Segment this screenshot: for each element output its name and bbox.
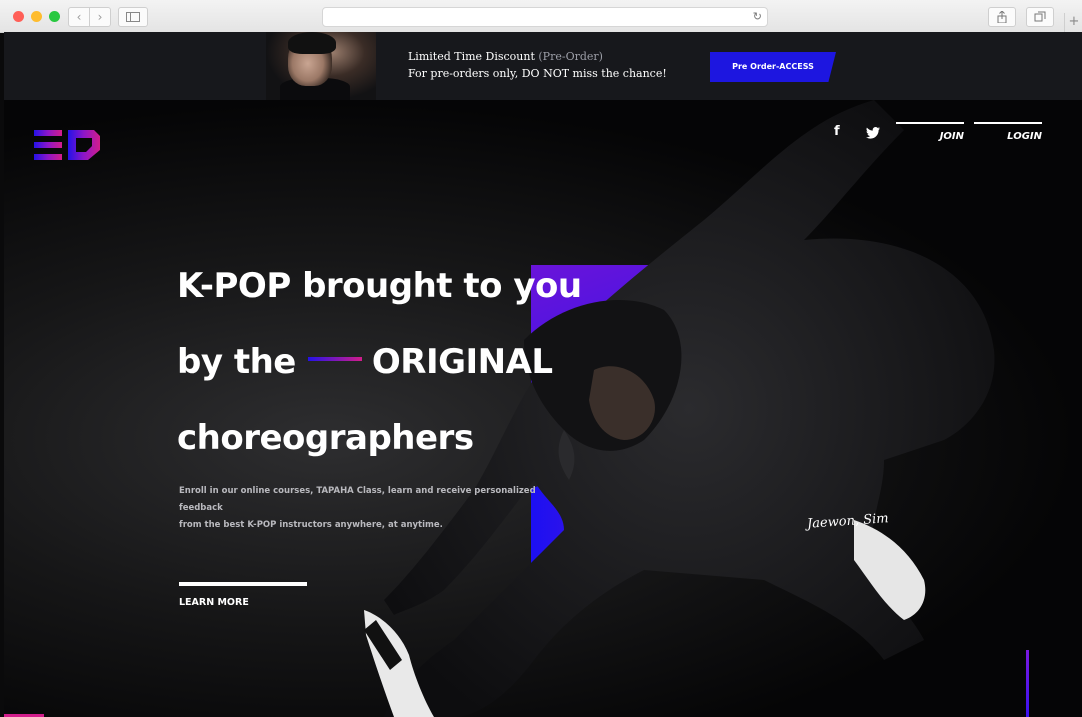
sidebar-icon [126, 12, 140, 22]
promo-banner: Limited Time Discount (Pre-Order) For pr… [4, 32, 1082, 100]
accent-line [307, 357, 362, 361]
share-icon [997, 11, 1007, 23]
share-button[interactable] [988, 7, 1016, 27]
hero-title-line-1: K-POP brought to you [177, 266, 582, 306]
new-tab-button[interactable]: + [1064, 13, 1082, 32]
promo-title: Limited Time Discount (Pre-Order) [408, 50, 603, 63]
hero-title-line-3: choreographers [177, 418, 474, 458]
learn-more-bar [179, 582, 307, 586]
tabs-button[interactable] [1026, 7, 1054, 27]
login-link[interactable]: LOGIN [974, 122, 1042, 142]
zoom-window-button[interactable] [49, 11, 60, 22]
pre-order-access-button[interactable]: Pre Order-ACCESS [710, 52, 836, 82]
twitter-icon[interactable] [866, 124, 880, 143]
hero-description: Enroll in our online courses, TAPAHA Cla… [179, 486, 536, 530]
sidebar-toggle-button[interactable] [118, 7, 148, 27]
address-bar[interactable]: ↻ [322, 7, 768, 27]
hero-section: f JOIN LOGIN K-POP brought to you by the… [4, 100, 1082, 717]
tabs-icon [1034, 11, 1046, 22]
minimize-window-button[interactable] [31, 11, 42, 22]
close-window-button[interactable] [13, 11, 24, 22]
reload-icon[interactable]: ↻ [753, 8, 762, 26]
promo-subtitle: For pre-orders only, DO NOT miss the cha… [408, 67, 667, 80]
learn-more-link[interactable]: LEARN MORE [179, 597, 249, 608]
browser-window: ‹ › ↻ + Limited Time Discount (Pre-Order… [0, 0, 1082, 717]
forward-button[interactable]: › [89, 7, 111, 27]
hero-title-line-2: by the ORIGINAL [177, 342, 553, 382]
dancer-photo [364, 100, 995, 717]
site-logo[interactable] [34, 130, 100, 166]
promo-instructor-photo [266, 32, 376, 100]
facebook-icon[interactable]: f [834, 124, 840, 139]
promo-title-tag: (Pre-Order) [538, 50, 603, 63]
browser-toolbar: ‹ › ↻ + [0, 0, 1082, 33]
logo-icon [34, 130, 100, 160]
join-link[interactable]: JOIN [896, 122, 964, 142]
scroll-indicator [1026, 650, 1029, 717]
back-button[interactable]: ‹ [68, 7, 90, 27]
